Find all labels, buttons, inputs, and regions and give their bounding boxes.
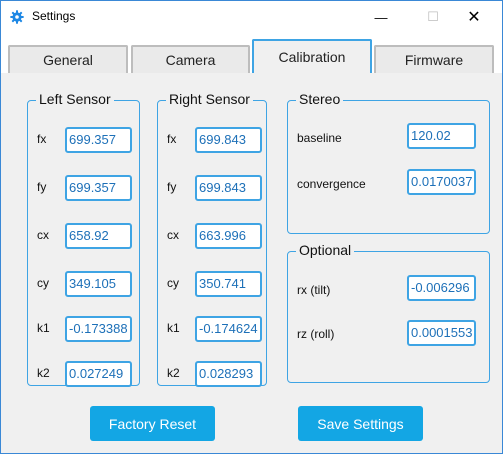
left-cx-field[interactable]: 658.92 <box>65 223 132 249</box>
close-button[interactable]: ✕ <box>457 1 491 33</box>
tab-general[interactable]: General <box>8 45 128 73</box>
optional-group: Optional rx (tilt) -0.006296 rz (roll) 0… <box>287 242 490 383</box>
right-k2-field[interactable]: 0.028293 <box>195 361 262 387</box>
rz-roll-label: rz (roll) <box>297 327 335 341</box>
right-cy-label: cy <box>167 276 179 290</box>
window-title: Settings <box>32 9 76 23</box>
rz-roll-field[interactable]: 0.0001553 <box>407 320 476 346</box>
right-fy-field[interactable]: 699.843 <box>195 175 262 201</box>
maximize-button[interactable]: ☐ <box>416 1 450 33</box>
calibration-panel: Left Sensor fx 699.357 fy 699.357 cx 658… <box>5 73 500 451</box>
left-fy-field[interactable]: 699.357 <box>65 175 132 201</box>
right-sensor-group: Right Sensor fx 699.843 fy 699.843 cx 66… <box>157 91 267 387</box>
left-k1-field[interactable]: -0.173388 <box>65 316 132 342</box>
right-fy-label: fy <box>167 180 177 194</box>
right-k1-field[interactable]: -0.174624 <box>195 316 262 342</box>
left-sensor-group: Left Sensor fx 699.357 fy 699.357 cx 658… <box>27 91 140 387</box>
left-fx-field[interactable]: 699.357 <box>65 127 132 153</box>
save-settings-button[interactable]: Save Settings <box>298 406 423 441</box>
tab-calibration[interactable]: Calibration <box>252 39 372 73</box>
left-k1-label: k1 <box>37 321 50 335</box>
baseline-field[interactable]: 120.02 <box>407 123 476 149</box>
left-k2-label: k2 <box>37 366 50 380</box>
baseline-label: baseline <box>297 131 342 145</box>
tab-bar: General Camera Calibration Firmware <box>1 33 502 73</box>
left-sensor-title: Left Sensor <box>36 91 114 107</box>
left-fy-label: fy <box>37 180 47 194</box>
right-fx-label: fx <box>167 132 177 146</box>
right-sensor-title: Right Sensor <box>166 91 253 107</box>
tab-firmware[interactable]: Firmware <box>374 45 494 73</box>
left-cy-label: cy <box>37 276 49 290</box>
left-cx-label: cx <box>37 228 49 242</box>
stereo-group: Stereo baseline 120.02 convergence 0.017… <box>287 91 490 234</box>
right-fx-field[interactable]: 699.843 <box>195 127 262 153</box>
settings-window: Settings — ☐ ✕ General Camera Calibratio… <box>0 0 503 454</box>
minimize-button[interactable]: — <box>364 1 398 33</box>
right-k2-label: k2 <box>167 366 180 380</box>
stereo-title: Stereo <box>296 91 344 107</box>
gear-icon <box>10 10 24 24</box>
rx-tilt-field[interactable]: -0.006296 <box>407 275 476 301</box>
rx-tilt-label: rx (tilt) <box>297 283 331 297</box>
right-cx-field[interactable]: 663.996 <box>195 223 262 249</box>
optional-title: Optional <box>296 242 355 258</box>
right-cy-field[interactable]: 350.741 <box>195 271 262 297</box>
right-cx-label: cx <box>167 228 179 242</box>
left-k2-field[interactable]: 0.027249 <box>65 361 132 387</box>
convergence-field[interactable]: 0.0170037 <box>407 169 476 195</box>
left-fx-label: fx <box>37 132 47 146</box>
tab-camera[interactable]: Camera <box>131 45 250 73</box>
right-k1-label: k1 <box>167 321 180 335</box>
left-cy-field[interactable]: 349.105 <box>65 271 132 297</box>
convergence-label: convergence <box>297 177 366 191</box>
factory-reset-button[interactable]: Factory Reset <box>90 406 215 441</box>
title-bar: Settings — ☐ ✕ <box>1 1 502 33</box>
